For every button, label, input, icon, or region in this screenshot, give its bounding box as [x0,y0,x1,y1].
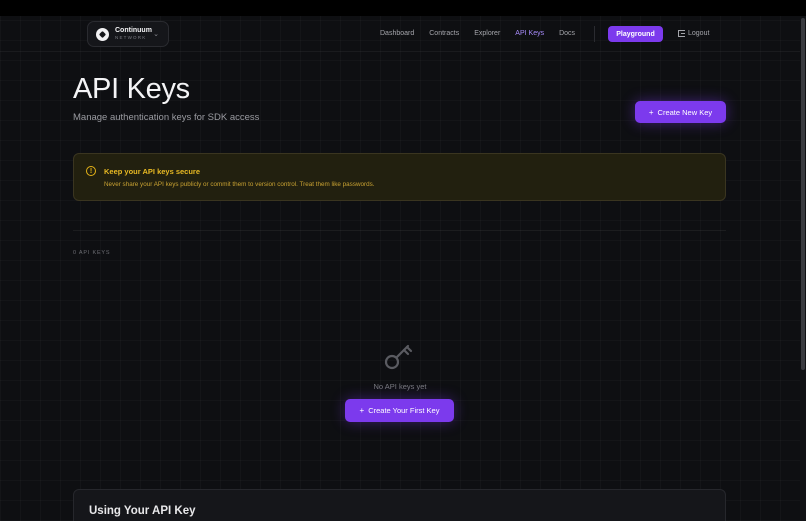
chevron-down-icon: ⌄ [153,31,159,38]
nav-link-contracts[interactable]: Contracts [429,30,459,37]
nav-link-docs[interactable]: Docs [559,30,575,37]
nav-links: Dashboard Contracts Explorer API Keys Do… [380,30,590,37]
page-subtitle: Manage authentication keys for SDK acces… [73,112,260,123]
brand-name: Continuum [115,27,152,35]
using-api-key-title: Using Your API Key [89,505,196,517]
warning-text: Never share your API keys publicly or co… [104,181,375,188]
key-icon [384,344,413,370]
top-navigation: Continuum NETWORK ⌄ Dashboard Contracts … [0,16,800,52]
create-new-key-label: Create New Key [657,107,713,117]
logout-label: Logout [688,30,710,37]
nav-link-dashboard[interactable]: Dashboard [380,30,414,37]
create-first-key-button[interactable]: + Create Your First Key [345,399,454,422]
plus-icon: + [648,107,654,117]
nav-link-explorer[interactable]: Explorer [474,30,500,37]
create-first-key-label: Create Your First Key [368,406,440,415]
warning-title: Keep your API keys secure [104,167,201,176]
scrollbar-thumb[interactable] [801,18,805,370]
plus-icon: + [359,406,365,415]
nav-divider [594,26,595,42]
logout-link[interactable]: Logout [678,30,709,37]
section-divider [73,230,726,231]
page-title: API Keys [73,73,190,105]
using-api-key-panel: Using Your API Key [73,489,726,521]
brand-text: Continuum NETWORK [115,27,152,41]
api-key-count: 0 API KEYS [73,250,111,256]
nav-link-api-keys[interactable]: API Keys [515,30,544,37]
continuum-logo-icon [96,27,109,41]
window-top-bar [0,0,806,16]
network-switcher[interactable]: Continuum NETWORK ⌄ [87,21,169,47]
logout-icon [678,30,685,37]
alert-circle-icon: ! [86,166,96,176]
brand-subtitle: NETWORK [115,35,147,41]
playground-button[interactable]: Playground [608,26,663,42]
create-new-key-button[interactable]: + Create New Key [635,101,726,123]
security-warning-banner: ! Keep your API keys secure Never share … [73,153,726,201]
empty-state-text: No API keys yet [373,382,427,391]
